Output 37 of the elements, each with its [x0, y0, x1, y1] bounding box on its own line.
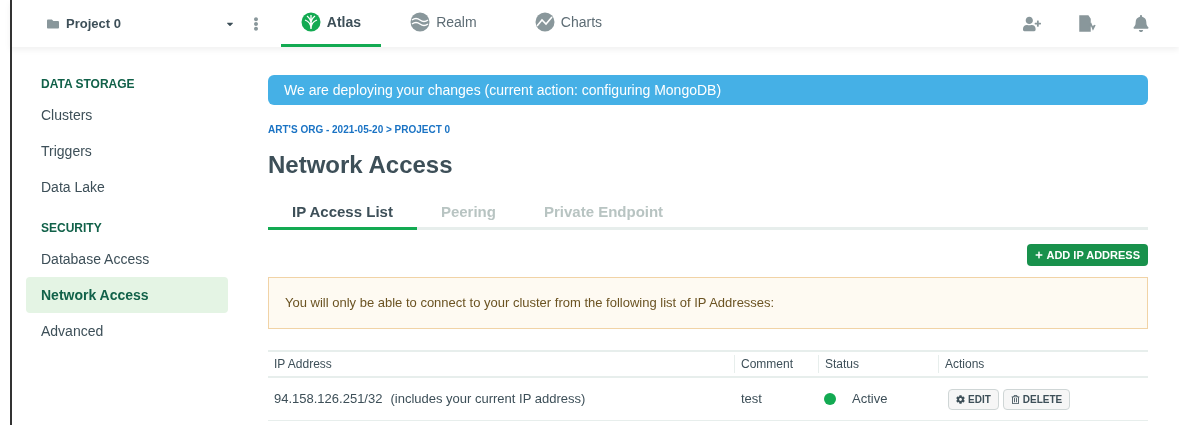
product-tab[interactable]: Charts: [505, 0, 631, 47]
sidebar-item[interactable]: Data Lake: [26, 169, 228, 205]
plus-icon: [1035, 251, 1044, 259]
sidebar-item[interactable]: Network Access: [26, 277, 228, 313]
column-header: Status: [818, 355, 938, 373]
leaf-logo-icon: [300, 12, 321, 32]
sidebar-item[interactable]: Triggers: [26, 133, 228, 169]
edit-button[interactable]: EDIT: [948, 388, 999, 410]
breadcrumb[interactable]: ART'S ORG - 2021-05-20 > PROJECT 0: [268, 122, 1148, 137]
notice-box: You will only be able to connect to your cluster from the following list of IP Addresses:: [268, 277, 1148, 329]
column-header: Actions: [938, 355, 991, 373]
gear-icon: [956, 394, 965, 404]
column-header: IP Address: [273, 356, 333, 373]
product-tab[interactable]: Realm: [380, 0, 506, 47]
wave-logo-icon: [410, 12, 431, 32]
section-heading: SECURITY: [40, 220, 103, 237]
chart-logo-icon: [534, 12, 555, 32]
folder-icon: [46, 17, 60, 30]
delete-button[interactable]: DELETE: [1002, 388, 1071, 410]
deploy-banner: We are deploying your changes (current action: configuring MongoDB): [268, 75, 1148, 105]
ip-address-cell-text: 94.158.126.251/32: [274, 390, 383, 409]
tab[interactable]: IP Access List: [268, 197, 417, 230]
section-heading: DATA STORAGE: [40, 76, 136, 93]
status-cell-text: Active: [852, 390, 888, 409]
page-title: Network Access: [268, 150, 454, 180]
notifications-icon[interactable]: [1133, 15, 1149, 32]
add-ip-button[interactable]: ADD IP ADDRESS: [1027, 244, 1148, 266]
add-user-icon[interactable]: [1023, 15, 1041, 32]
product-tab[interactable]: Atlas: [280, 0, 381, 47]
sidebar-item[interactable]: Advanced: [26, 313, 228, 349]
sidebar-item[interactable]: Database Access: [26, 241, 228, 277]
ip-note: (includes your current IP address): [390, 390, 586, 409]
trash-icon: [1010, 394, 1020, 404]
column-header: Comment: [734, 355, 818, 373]
project-name: Project 0: [66, 14, 121, 33]
sidebar-item[interactable]: Clusters: [26, 97, 228, 133]
comment-cell-text: test: [740, 390, 763, 409]
